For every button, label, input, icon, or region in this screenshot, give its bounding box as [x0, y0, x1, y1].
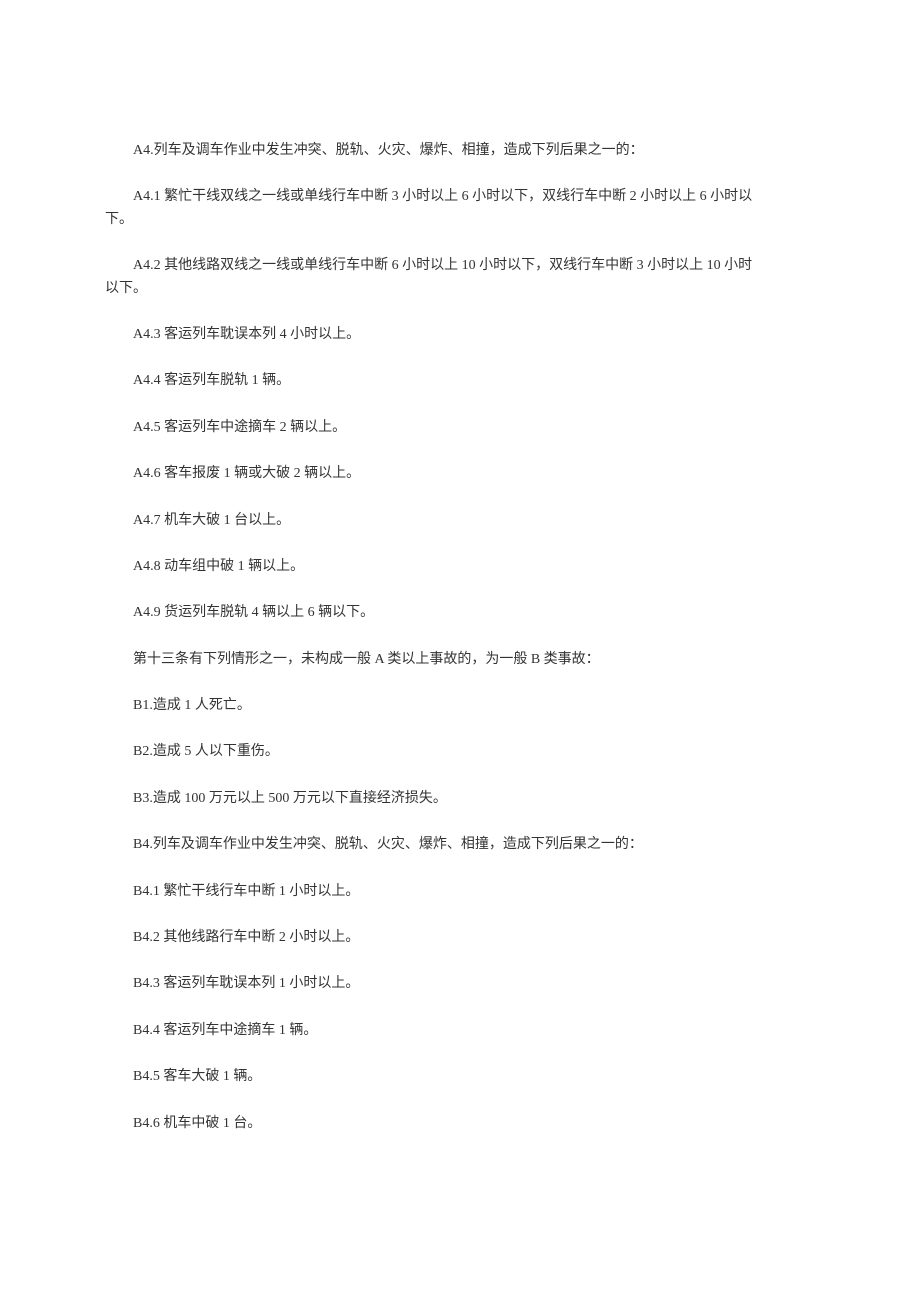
paragraph: B1.造成 1 人死亡。	[105, 695, 815, 717]
paragraph: A4.2 其他线路双线之一线或单线行车中断 6 小时以上 10 小时以下，双线行…	[105, 255, 815, 277]
paragraph: A4.9 货运列车脱轨 4 辆以上 6 辆以下。	[105, 602, 815, 624]
paragraph: A4.4 客运列车脱轨 1 辆。	[105, 370, 815, 392]
paragraph: A4.列车及调车作业中发生冲突、脱轨、火灾、爆炸、相撞，造成下列后果之一的：	[105, 140, 815, 162]
paragraph: A4.5 客运列车中途摘车 2 辆以上。	[105, 417, 815, 439]
paragraph: B3.造成 100 万元以上 500 万元以下直接经济损失。	[105, 788, 815, 810]
paragraph-continue: 以下。	[105, 278, 815, 300]
paragraph: 第十三条有下列情形之一，未构成一般 A 类以上事故的，为一般 B 类事故：	[105, 649, 815, 671]
paragraph: B4.6 机车中破 1 台。	[105, 1113, 815, 1135]
paragraph: B2.造成 5 人以下重伤。	[105, 741, 815, 763]
paragraph: B4.列车及调车作业中发生冲突、脱轨、火灾、爆炸、相撞，造成下列后果之一的：	[105, 834, 815, 856]
document-body: A4.列车及调车作业中发生冲突、脱轨、火灾、爆炸、相撞，造成下列后果之一的： A…	[105, 140, 815, 1135]
paragraph: A4.8 动车组中破 1 辆以上。	[105, 556, 815, 578]
paragraph: A4.3 客运列车耽误本列 4 小时以上。	[105, 324, 815, 346]
paragraph: B4.1 繁忙干线行车中断 1 小时以上。	[105, 881, 815, 903]
paragraph: A4.7 机车大破 1 台以上。	[105, 510, 815, 532]
paragraph: B4.5 客车大破 1 辆。	[105, 1066, 815, 1088]
paragraph-continue: 下。	[105, 209, 815, 231]
paragraph: B4.2 其他线路行车中断 2 小时以上。	[105, 927, 815, 949]
paragraph: A4.1 繁忙干线双线之一线或单线行车中断 3 小时以上 6 小时以下，双线行车…	[105, 186, 815, 208]
paragraph: B4.4 客运列车中途摘车 1 辆。	[105, 1020, 815, 1042]
paragraph: A4.6 客车报废 1 辆或大破 2 辆以上。	[105, 463, 815, 485]
paragraph: B4.3 客运列车耽误本列 1 小时以上。	[105, 973, 815, 995]
